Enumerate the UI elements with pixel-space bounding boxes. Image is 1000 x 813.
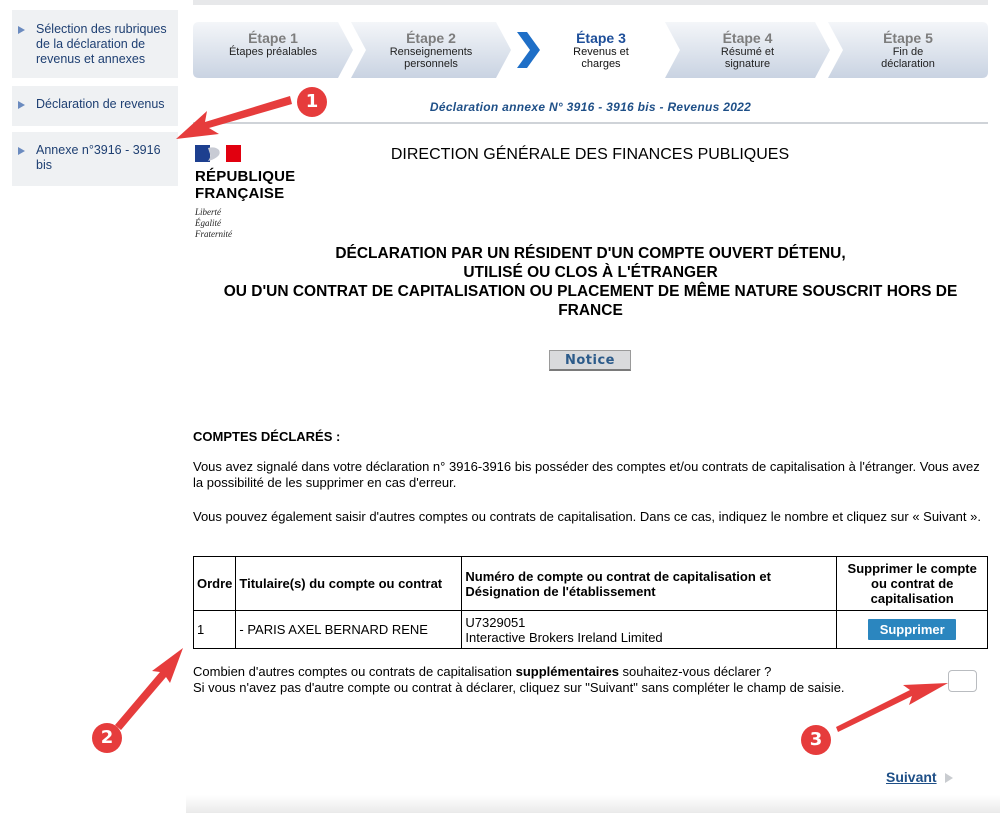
cell-delete: Supprimer (836, 610, 988, 649)
step-4: Étape 4 Résumé et signature (665, 22, 830, 78)
annotation-badge-3: 3 (801, 725, 831, 755)
annotation-badge-2: 2 (92, 723, 122, 753)
logo-line1: RÉPUBLIQUE (195, 168, 296, 185)
step-title: Étape 2 (406, 30, 456, 46)
step-title: Étape 5 (883, 30, 933, 46)
question-prefix: Combien d'autres comptes ou contrats de … (193, 664, 516, 679)
institution-name: Interactive Brokers Ireland Limited (465, 629, 663, 645)
step-subtitle: Revenus et charges (573, 46, 629, 70)
sidebar-item-annexe-3916[interactable]: Annexe n°3916 - 3916 bis (12, 132, 178, 186)
notice-button[interactable]: Notice (549, 350, 631, 371)
page-title-line3: OU D'UN CONTRAT DE CAPITALISATION OU PLA… (223, 283, 958, 319)
triangle-right-icon (18, 101, 25, 109)
page-title: DÉCLARATION PAR UN RÉSIDENT D'UN COMPTE … (193, 244, 988, 320)
step-subtitle: Renseignements personnels (389, 46, 473, 70)
column-header-order: Ordre (192, 556, 237, 611)
stepper: Étape 1 Étapes préalables Étape 2 Rensei… (193, 22, 988, 78)
cell-order: 1 (192, 610, 237, 649)
step-2: Étape 2 Renseignements personnels (351, 22, 511, 78)
table-row: 1 - PARIS AXEL BERNARD RENE U7329051 Int… (192, 610, 988, 649)
bottom-shade (186, 795, 1000, 813)
step-subtitle: Résumé et signature (720, 46, 775, 70)
step-1: Étape 1 Étapes préalables (193, 22, 353, 78)
cell-account: U7329051 Interactive Brokers Ireland Lim… (461, 610, 838, 649)
step-5: Étape 5 Fin de déclaration (828, 22, 988, 78)
step-title: Étape 3 (576, 30, 626, 46)
cell-holder: - PARIS AXEL BERNARD RENE (235, 610, 463, 649)
annexe-divider (193, 122, 988, 124)
step-subtitle: Fin de déclaration (881, 46, 935, 70)
question-suffix: souhaitez-vous déclarer ? (618, 664, 772, 679)
step-3-active: Étape 3 Revenus et charges (511, 22, 671, 78)
table-header-row: Ordre Titulaire(s) du compte ou contrat … (192, 556, 988, 611)
motto-liberte: Liberté (195, 207, 221, 217)
logo-line2: FRANÇAISE (195, 185, 285, 202)
additional-accounts-input[interactable] (948, 670, 977, 692)
motto-egalite: Égalité (195, 218, 221, 228)
next-button[interactable]: Suivant (886, 769, 937, 785)
triangle-right-icon (18, 26, 25, 34)
page-title-line2: UTILISÉ OU CLOS À L'ÉTRANGER (463, 264, 718, 281)
sidebar-item-selection-rubriques[interactable]: Sélection des rubriques de la déclaratio… (12, 10, 178, 78)
sidebar-item-declaration-revenus[interactable]: Déclaration de revenus (12, 86, 178, 126)
triangle-right-icon (18, 147, 25, 155)
section-title: COMPTES DÉCLARÉS : (193, 429, 341, 444)
page-title-line1: DÉCLARATION PAR UN RÉSIDENT D'UN COMPTE … (335, 245, 846, 262)
column-header-delete: Supprimer le compte ou contrat de capita… (836, 556, 988, 611)
sidebar-item-label: Déclaration de revenus (36, 97, 165, 111)
top-divider (193, 0, 988, 5)
info-paragraph-1: Vous avez signalé dans votre déclaration… (193, 459, 980, 490)
step-title: Étape 1 (248, 30, 298, 46)
question-hint: Si vous n'avez pas d'autre compte ou con… (193, 680, 845, 695)
accounts-table: Ordre Titulaire(s) du compte ou contrat … (192, 556, 988, 649)
info-paragraph-2: Vous pouvez également saisir d'autres co… (193, 509, 981, 524)
sidebar-item-label: Annexe n°3916 - 3916 bis (36, 143, 161, 172)
header-organization: DIRECTION GÉNÉRALE DES FINANCES PUBLIQUE… (390, 146, 790, 163)
additional-accounts-question: Combien d'autres comptes ou contrats de … (193, 664, 953, 696)
column-header-holder: Titulaire(s) du compte ou contrat (235, 556, 463, 611)
step-subtitle: Étapes préalables (228, 46, 318, 58)
sidebar-item-label: Sélection des rubriques de la déclaratio… (36, 22, 167, 66)
question-bold: supplémentaires (515, 664, 619, 679)
motto-fraternite: Fraternité (195, 229, 232, 239)
delete-account-button[interactable]: Supprimer (868, 619, 957, 640)
step-title: Étape 4 (722, 30, 773, 46)
next-arrow-icon (945, 773, 953, 783)
annotation-badge-1: 1 (297, 87, 327, 117)
column-header-account-number: Numéro de compte ou contrat de capitalis… (461, 556, 838, 611)
sidebar: Sélection des rubriques de la déclaratio… (0, 0, 186, 813)
marianne-flag-icon (195, 145, 241, 162)
account-number: U7329051 (465, 614, 526, 630)
